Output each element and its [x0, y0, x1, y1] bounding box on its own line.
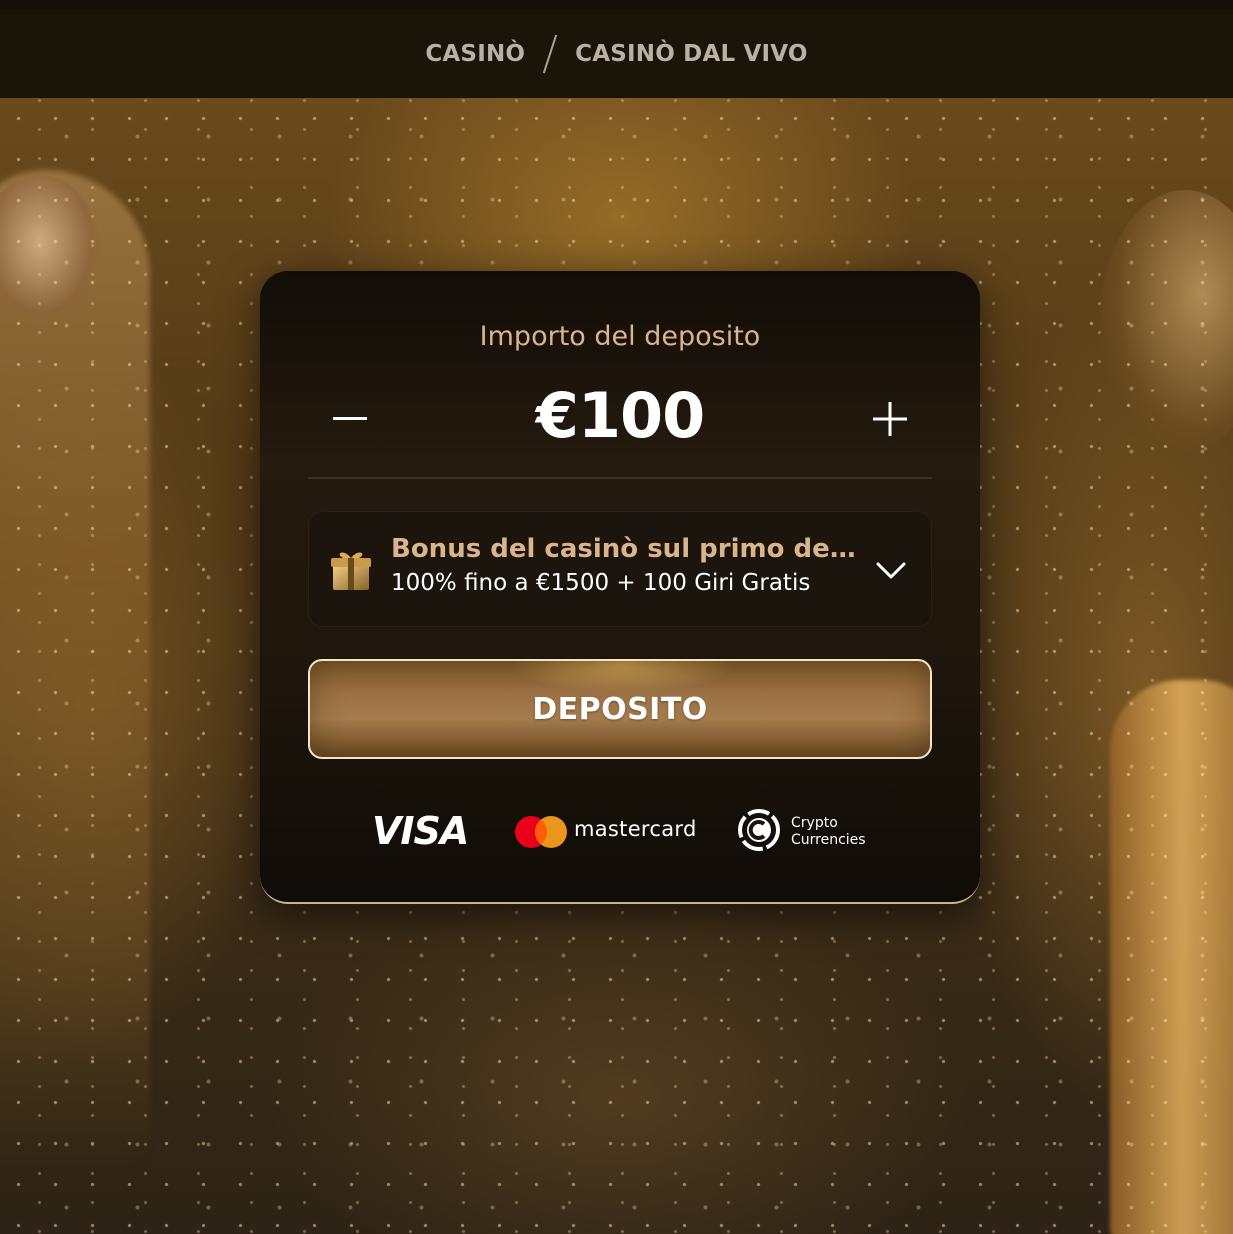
deposit-amount-label: Importo del deposito [479, 321, 761, 352]
increase-amount-button[interactable] [860, 391, 920, 447]
chevron-down-icon[interactable] [875, 556, 907, 584]
amount-divider [308, 477, 932, 479]
payment-methods: VISA mastercard Crypto Currencies [260, 805, 980, 855]
mastercard-label: mastercard [574, 817, 697, 841]
gift-icon [331, 552, 371, 590]
bonus-description: 100% fino a €1500 + 100 Giri Gratis [391, 570, 811, 596]
crypto-label-line1: Crypto [791, 815, 838, 831]
mastercard-icon [515, 816, 567, 848]
deposit-button-label: DEPOSITO [532, 691, 708, 727]
bonus-title: Bonus del casinò sul primo dep... [391, 534, 861, 564]
crypto-label-line2: Currencies [791, 832, 866, 848]
top-nav: CASINÒ CASINÒ DAL VIVO [0, 0, 1233, 98]
plus-icon [873, 402, 907, 436]
nav-link-live-casino[interactable]: CASINÒ DAL VIVO [575, 41, 807, 67]
bonus-selector[interactable]: Bonus del casinò sul primo dep... 100% f… [308, 511, 932, 627]
crypto-label: Crypto Currencies [791, 815, 866, 849]
nav-link-casino[interactable]: CASINÒ [425, 41, 525, 67]
deposit-card: Importo del deposito €100 Bonus del casi… [260, 271, 980, 904]
visa-logo: VISA [372, 809, 469, 853]
crypto-icon [738, 809, 780, 851]
page: CASINÒ CASINÒ DAL VIVO Importo del depos… [0, 0, 1233, 1234]
nav-separator [543, 34, 558, 74]
deposit-button[interactable]: DEPOSITO [308, 659, 932, 759]
